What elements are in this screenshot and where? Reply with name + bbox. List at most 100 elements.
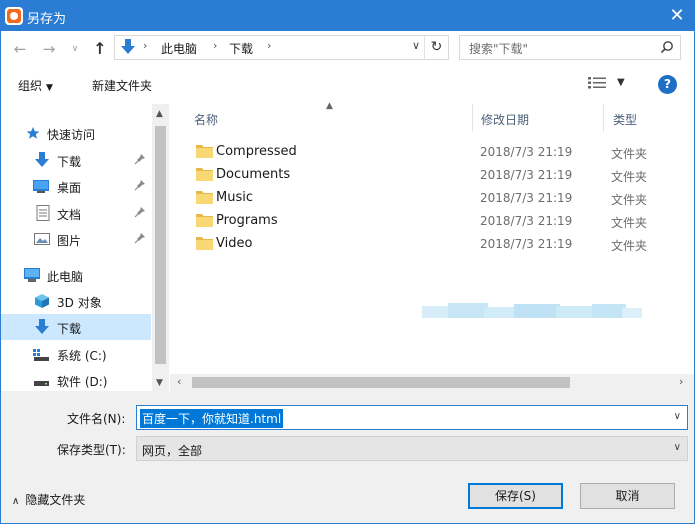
filename-dropdown-icon[interactable]: ∨ — [674, 411, 681, 422]
filename-input[interactable]: 百度一下，你就知道.html ∨ — [136, 405, 688, 430]
file-row[interactable]: Video 2018/7/3 21:19 文件夹 — [190, 233, 680, 255]
system-drive-icon — [33, 349, 49, 361]
organize-label: 组织 — [18, 79, 43, 93]
file-row[interactable]: Programs 2018/7/3 21:19 文件夹 — [190, 210, 680, 232]
folder-icon — [196, 145, 213, 158]
search-input[interactable]: 搜索"下载" — [469, 40, 528, 57]
save-button[interactable]: 保存(S) — [468, 483, 563, 509]
back-button[interactable]: ← — [10, 39, 30, 59]
filename-value[interactable]: 百度一下，你就知道.html — [140, 409, 284, 428]
nav-label: 软件 (D:) — [57, 375, 108, 389]
nav-item-downloads-quick[interactable]: 下载 — [1, 147, 151, 173]
help-icon[interactable]: ? — [658, 75, 677, 94]
pin-icon[interactable] — [134, 232, 146, 244]
refresh-button[interactable]: ↻ — [424, 36, 448, 59]
close-icon: ✕ — [669, 5, 685, 26]
column-header-type[interactable]: 类型 — [613, 111, 637, 128]
file-date: 2018/7/3 21:19 — [480, 191, 573, 205]
scroll-left-icon[interactable]: ‹ — [177, 375, 181, 388]
arrow-up-icon: ↑ — [93, 39, 107, 58]
nav-label: 此电脑 — [47, 270, 84, 284]
address-dropdown-icon[interactable]: ∨ — [412, 39, 420, 52]
view-options-icon[interactable] — [588, 76, 606, 90]
nav-scrollbar[interactable]: ▲ ▼ — [152, 104, 169, 391]
nav-label: 3D 对象 — [57, 296, 102, 310]
picture-icon — [34, 233, 50, 245]
file-type: 文件夹 — [611, 193, 648, 207]
3d-objects-icon — [35, 294, 49, 308]
forward-button[interactable]: → — [39, 39, 59, 59]
pin-icon[interactable] — [134, 179, 146, 191]
save-form: 文件名(N): 百度一下，你就知道.html ∨ 保存类型(T): 网页，全部 … — [1, 391, 694, 523]
save-type-select[interactable]: 网页，全部 ∨ — [136, 436, 688, 461]
nav-this-pc[interactable]: 此电脑 — [1, 262, 151, 288]
nav-item-system-drive[interactable]: 系统 (C:) — [1, 341, 151, 367]
horizontal-scrollbar[interactable]: ‹ › — [170, 374, 694, 391]
save-type-value: 网页，全部 — [142, 444, 203, 458]
chevron-down-icon: ∨ — [71, 44, 79, 54]
breadcrumb-this-pc[interactable]: 此电脑 — [161, 40, 197, 57]
download-arrow-icon — [35, 152, 49, 167]
arrow-left-icon: ← — [13, 40, 27, 58]
nav-label: 桌面 — [57, 181, 82, 195]
column-header-date[interactable]: 修改日期 — [481, 111, 529, 128]
sort-ascending-icon: ▲ — [326, 101, 333, 111]
breadcrumb-separator: › — [267, 39, 272, 52]
search-box[interactable]: 搜索"下载" — [459, 35, 681, 60]
up-button[interactable]: ↑ — [90, 39, 110, 59]
filename-label: 文件名(N): — [67, 412, 126, 426]
close-button[interactable]: ✕ — [660, 1, 694, 31]
navigation-pane: 快速访问 下载 桌面 文档 图片 此电脑 3D 对象 下载 系统 (C:) 软件… — [1, 104, 170, 391]
file-type: 文件夹 — [611, 170, 648, 184]
star-icon — [26, 127, 40, 139]
file-row[interactable]: Compressed 2018/7/3 21:19 文件夹 — [190, 141, 680, 163]
scroll-up-icon[interactable]: ▲ — [156, 109, 163, 119]
save-type-label: 保存类型(T): — [57, 443, 126, 457]
pin-icon[interactable] — [134, 153, 146, 165]
file-name: Compressed — [216, 144, 297, 159]
column-divider[interactable] — [603, 104, 604, 132]
address-bar[interactable]: › 此电脑 › 下载 › ∨ ↻ — [114, 35, 449, 60]
nav-item-documents[interactable]: 文档 — [1, 200, 151, 226]
column-divider[interactable] — [472, 104, 473, 132]
file-row[interactable]: Music 2018/7/3 21:19 文件夹 — [190, 187, 680, 209]
cancel-button[interactable]: 取消 — [580, 483, 675, 509]
save-type-dropdown-icon[interactable]: ∨ — [674, 442, 681, 453]
hide-folders-label: 隐藏文件夹 — [25, 493, 86, 507]
file-type: 文件夹 — [611, 147, 648, 161]
desktop-icon — [33, 180, 49, 193]
download-arrow-icon — [35, 319, 49, 334]
nav-label: 下载 — [57, 322, 82, 336]
file-name: Programs — [216, 213, 278, 228]
drive-icon — [34, 381, 49, 386]
nav-quick-access[interactable]: 快速访问 — [1, 120, 151, 146]
organize-menu[interactable]: 组织 ▼ — [18, 77, 53, 94]
file-list: ▲ 名称 修改日期 类型 Compressed 2018/7/3 21:19 文… — [170, 101, 694, 391]
file-row[interactable]: Documents 2018/7/3 21:19 文件夹 — [190, 164, 680, 186]
refresh-icon: ↻ — [430, 39, 443, 55]
scrollbar-thumb[interactable] — [192, 377, 570, 388]
nav-label: 下载 — [57, 155, 82, 169]
nav-item-3d-objects[interactable]: 3D 对象 — [1, 288, 151, 314]
download-arrow-icon — [121, 39, 135, 54]
recent-locations-button[interactable]: ∨ — [65, 39, 85, 59]
scroll-down-icon[interactable]: ▼ — [156, 378, 163, 388]
folder-icon — [196, 237, 213, 250]
scroll-right-icon[interactable]: › — [679, 375, 683, 388]
file-date: 2018/7/3 21:19 — [480, 214, 573, 228]
pin-icon[interactable] — [134, 206, 146, 218]
breadcrumb-downloads[interactable]: 下载 — [229, 40, 253, 57]
nav-label: 文档 — [57, 208, 82, 222]
nav-item-downloads[interactable]: 下载 — [1, 314, 151, 340]
file-date: 2018/7/3 21:19 — [480, 145, 573, 159]
column-header-name[interactable]: 名称 — [194, 111, 218, 128]
hide-folders-toggle[interactable]: ∧ 隐藏文件夹 — [12, 491, 85, 508]
new-folder-button[interactable]: 新建文件夹 — [92, 77, 152, 94]
nav-item-pictures[interactable]: 图片 — [1, 226, 151, 252]
nav-item-desktop[interactable]: 桌面 — [1, 173, 151, 199]
title-bar[interactable]: 另存为 ✕ — [1, 1, 694, 31]
scrollbar-thumb[interactable] — [155, 126, 166, 364]
nav-item-d-drive[interactable]: 软件 (D:) — [1, 367, 151, 393]
view-caret-down-icon[interactable]: ▼ — [617, 77, 625, 88]
document-icon — [36, 205, 50, 221]
